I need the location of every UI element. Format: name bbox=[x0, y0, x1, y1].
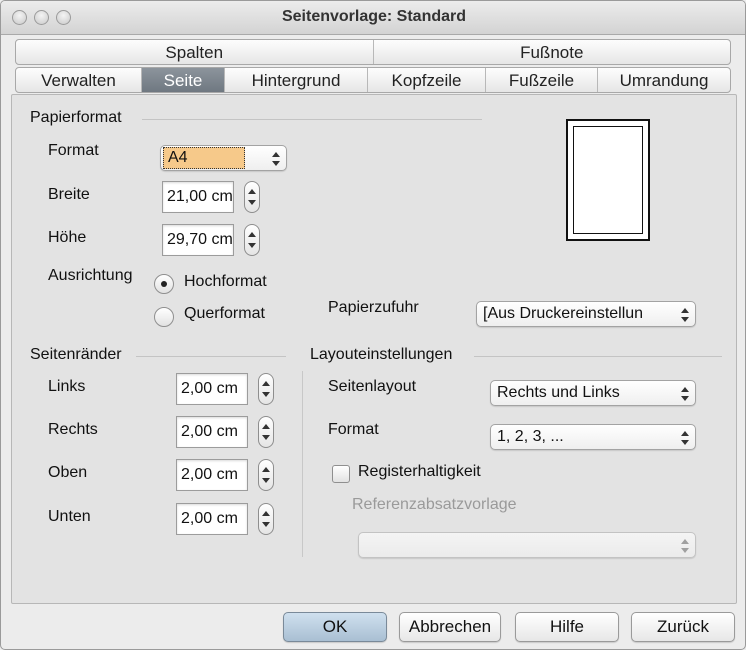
page-preview bbox=[566, 119, 650, 241]
rechts-label: Rechts bbox=[48, 421, 98, 438]
breite-label: Breite bbox=[48, 186, 90, 203]
breite-input[interactable]: 21,00 cm bbox=[162, 181, 234, 213]
select-arrows-icon bbox=[681, 308, 689, 322]
papierzufuhr-select-value: [Aus Druckereinstellun bbox=[483, 305, 644, 322]
title-bar: Seitenvorlage: Standard bbox=[1, 1, 745, 35]
papierzufuhr-select[interactable]: [Aus Druckereinstellun bbox=[476, 301, 696, 327]
select-arrows-icon bbox=[681, 539, 689, 553]
seitenlayout-label: Seitenlayout bbox=[328, 378, 417, 395]
format-label: Format bbox=[48, 142, 99, 159]
tab-row-bottom: Verwalten Seite Hintergrund Kopfzeile Fu… bbox=[15, 67, 731, 93]
hoehe-label: Höhe bbox=[48, 229, 87, 246]
registerhaltigkeit-label: Registerhaltigkeit bbox=[358, 463, 481, 480]
tab-fusszeile[interactable]: Fußzeile bbox=[486, 68, 598, 92]
abbrechen-button[interactable]: Abbrechen bbox=[399, 612, 501, 642]
layout-format-label: Format bbox=[328, 421, 379, 438]
ok-button[interactable]: OK bbox=[283, 612, 387, 642]
format-select[interactable]: A4 bbox=[160, 145, 287, 171]
select-arrows-icon bbox=[681, 431, 689, 445]
tab-spalten[interactable]: Spalten bbox=[16, 40, 374, 64]
tab-row-top: Spalten Fußnote bbox=[15, 39, 731, 65]
seitenlayout-select-value: Rechts und Links bbox=[497, 384, 620, 401]
tab-verwalten[interactable]: Verwalten bbox=[16, 68, 142, 92]
links-input[interactable]: 2,00 cm bbox=[176, 373, 248, 405]
papierzufuhr-label: Papierzufuhr bbox=[328, 299, 419, 316]
unten-input[interactable]: 2,00 cm bbox=[176, 503, 248, 535]
hilfe-button[interactable]: Hilfe bbox=[515, 612, 619, 642]
tab-kopfzeile[interactable]: Kopfzeile bbox=[368, 68, 486, 92]
rechts-stepper[interactable] bbox=[258, 416, 274, 448]
registerhaltigkeit-checkbox[interactable] bbox=[332, 465, 350, 483]
tab-fussnote[interactable]: Fußnote bbox=[374, 40, 731, 64]
seitenlayout-select[interactable]: Rechts und Links bbox=[490, 380, 696, 406]
rechts-input[interactable]: 2,00 cm bbox=[176, 416, 248, 448]
oben-label: Oben bbox=[48, 464, 88, 481]
unten-label: Unten bbox=[48, 508, 91, 525]
referenzabsatzvorlage-label: Referenzabsatzvorlage bbox=[352, 496, 517, 513]
layout-format-select[interactable]: 1, 2, 3, ... bbox=[490, 424, 696, 450]
layout-format-select-value: 1, 2, 3, ... bbox=[497, 428, 564, 445]
oben-input[interactable]: 2,00 cm bbox=[176, 459, 248, 491]
hochformat-label: Hochformat bbox=[184, 273, 267, 290]
tab-umrandung[interactable]: Umrandung bbox=[598, 68, 730, 92]
page-preview-margins bbox=[573, 126, 643, 234]
divider bbox=[136, 356, 286, 357]
unten-stepper[interactable] bbox=[258, 503, 274, 535]
format-select-value: A4 bbox=[163, 147, 245, 169]
hochformat-radio[interactable] bbox=[154, 274, 174, 294]
hoehe-stepper[interactable] bbox=[244, 224, 260, 256]
referenzabsatzvorlage-select[interactable] bbox=[358, 532, 696, 558]
tab-hintergrund[interactable]: Hintergrund bbox=[225, 68, 368, 92]
zurueck-button[interactable]: Zurück bbox=[631, 612, 735, 642]
select-arrows-icon bbox=[681, 387, 689, 401]
column-divider bbox=[302, 371, 303, 557]
oben-stepper[interactable] bbox=[258, 459, 274, 491]
querformat-label: Querformat bbox=[184, 305, 265, 322]
page-style-dialog: Seitenvorlage: Standard Spalten Fußnote … bbox=[0, 0, 746, 650]
select-arrows-icon bbox=[272, 152, 280, 166]
seitenraender-heading: Seitenränder bbox=[30, 346, 122, 363]
links-stepper[interactable] bbox=[258, 373, 274, 405]
hoehe-input[interactable]: 29,70 cm bbox=[162, 224, 234, 256]
querformat-radio[interactable] bbox=[154, 307, 174, 327]
breite-stepper[interactable] bbox=[244, 181, 260, 213]
papierformat-heading: Papierformat bbox=[30, 109, 122, 126]
tab-seite[interactable]: Seite bbox=[142, 68, 225, 92]
links-label: Links bbox=[48, 378, 86, 395]
seite-panel: Papierformat Format A4 Breite 21,00 cm H… bbox=[11, 94, 737, 604]
layouteinstellungen-heading: Layouteinstellungen bbox=[310, 346, 453, 363]
divider bbox=[142, 119, 482, 120]
ausrichtung-label: Ausrichtung bbox=[48, 267, 133, 284]
divider bbox=[474, 356, 722, 357]
window-title: Seitenvorlage: Standard bbox=[281, 8, 467, 25]
